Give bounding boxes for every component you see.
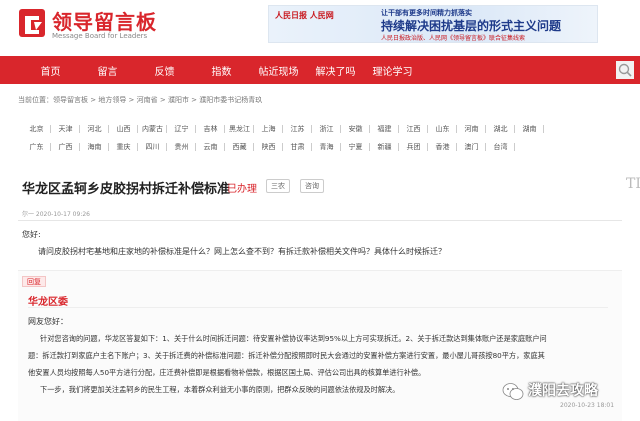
banner-footer: 人民日报政治版、人民网《领导留言板》联合征集线索 <box>381 35 526 42</box>
region-item[interactable]: 重庆 <box>109 142 138 152</box>
region-item[interactable]: 天津 <box>51 124 80 134</box>
region-item[interactable]: 湖北 <box>486 124 515 134</box>
divider <box>28 307 608 308</box>
nav-item-index[interactable]: 指数 <box>193 63 250 78</box>
region-item[interactable]: 吉林 <box>196 124 225 134</box>
reply-paragraph: 他安置人员均按照每人50平方进行分配，庄迁费补偿即是根据看物补偿款，根据区国土局… <box>28 368 426 377</box>
nav-item-home[interactable]: 首页 <box>22 63 79 78</box>
region-item[interactable]: 云南 <box>196 142 225 152</box>
site-logo[interactable]: 领导留言板 Message Board for Leaders <box>18 6 158 46</box>
region-item[interactable]: 新疆 <box>370 142 399 152</box>
region-item[interactable]: 安徽 <box>341 124 370 134</box>
region-item[interactable]: 澳门 <box>457 142 486 152</box>
region-item[interactable]: 辽宁 <box>167 124 196 134</box>
logo-subtitle: Message Board for Leaders <box>52 32 148 40</box>
region-item[interactable]: 河北 <box>80 124 109 134</box>
region-item[interactable]: 北京 <box>22 124 51 134</box>
reply-greeting: 网友您好： <box>28 317 68 326</box>
region-item[interactable]: 山东 <box>428 124 457 134</box>
region-item[interactable]: 陕西 <box>254 142 283 152</box>
region-row: 广东 广西 海南 重庆 四川 贵州 云南 西藏 陕西 甘肃 青海 宁夏 新疆 兵团 香港 澳门 台湾 <box>22 138 632 156</box>
region-item[interactable]: 浙江 <box>312 124 341 134</box>
main-nav: 首页 留言 反馈 指数 帖近现场 解决了吗 理论学习 <box>0 56 640 84</box>
type-tag[interactable]: 咨询 <box>300 179 324 193</box>
status-badge: 已办理 <box>227 184 257 195</box>
region-item[interactable]: 广西 <box>51 142 80 152</box>
region-item[interactable]: 四川 <box>138 142 167 152</box>
nav-item-scene[interactable]: 帖近现场 <box>250 63 307 78</box>
region-item[interactable]: 福建 <box>370 124 399 134</box>
edge-text: TI <box>626 176 640 192</box>
nav-item-resolved[interactable]: 解决了吗 <box>307 63 364 78</box>
region-item[interactable]: 湖南 <box>515 124 544 134</box>
nav-item-theory[interactable]: 理论学习 <box>364 63 421 78</box>
post-title: 华龙区孟轲乡皮胶拐村拆迁补偿标准 <box>22 182 231 197</box>
region-selector: 北京 天津 河北 山西 内蒙古 辽宁 吉林 黑龙江 上海 江苏 浙江 安徽 福建 江西 山东 河南 湖北 湖南 广… <box>22 120 632 156</box>
category-tag[interactable]: 三农 <box>266 179 290 193</box>
region-item[interactable]: 海南 <box>80 142 109 152</box>
post-question: 请问皮胶拐村宅基地和庄家地的补偿标准是什么？网上怎么查不到？有拆迁款补偿相关文件… <box>38 247 446 256</box>
region-item[interactable]: 宁夏 <box>341 142 370 152</box>
region-item[interactable]: 黑龙江 <box>225 124 254 134</box>
nav-item-feedback[interactable]: 反馈 <box>136 63 193 78</box>
banner-logo: 人民日报 人民网 <box>275 11 334 20</box>
divider <box>18 220 622 221</box>
post-meta: 尔一 2020-10-17 09:26 <box>22 211 90 218</box>
region-item[interactable]: 上海 <box>254 124 283 134</box>
reply-tag: 回复 <box>22 276 46 287</box>
promo-banner[interactable]: 人民日报 人民网 让干部有更多时间精力抓落实 持续解决困扰基层的形式主义问题 人… <box>268 5 598 43</box>
breadcrumb[interactable]: 当前位置：领导留言板 > 地方领导 > 河南省 > 濮阳市 > 濮阳市委书记杨青… <box>18 95 262 105</box>
region-item[interactable]: 山西 <box>109 124 138 134</box>
region-row: 北京 天津 河北 山西 内蒙古 辽宁 吉林 黑龙江 上海 江苏 浙江 安徽 福建 江西 山东 河南 湖北 湖南 <box>22 120 632 138</box>
region-item[interactable]: 贵州 <box>167 142 196 152</box>
post-greeting: 您好: <box>22 230 41 239</box>
banner-headline: 持续解决困扰基层的形式主义问题 <box>381 19 562 33</box>
reply-paragraph: 针对您咨询的问题，华龙区答复如下：1、关于什么时间拆迁问题：待安置补偿协议率达到… <box>40 334 547 343</box>
region-item[interactable]: 香港 <box>428 142 457 152</box>
search-icon[interactable] <box>616 61 634 79</box>
region-item[interactable]: 台湾 <box>486 142 515 152</box>
logo-title: 领导留言板 <box>52 10 157 34</box>
reply-date: 2020-10-23 18:01 <box>560 402 615 409</box>
region-item[interactable]: 内蒙古 <box>138 124 167 134</box>
region-item[interactable]: 甘肃 <box>283 142 312 152</box>
region-item[interactable]: 江西 <box>399 124 428 134</box>
nav-item-message[interactable]: 留言 <box>79 63 136 78</box>
region-item[interactable]: 河南 <box>457 124 486 134</box>
wechat-icon <box>502 383 524 400</box>
watermark-text: 濮阳去攻略 <box>528 383 598 399</box>
region-item[interactable]: 广东 <box>22 142 51 152</box>
region-item[interactable]: 兵团 <box>399 142 428 152</box>
region-item[interactable]: 青海 <box>312 142 341 152</box>
region-item[interactable]: 西藏 <box>225 142 254 152</box>
reply-paragraph: 题：拆迁款打到家庭户主名下账户；3、关于拆迁费的补偿标准问题：拆迁补偿分配按照即… <box>28 351 545 360</box>
site-header: 领导留言板 Message Board for Leaders 人民日报 人民网… <box>0 0 640 52</box>
region-item[interactable]: 江苏 <box>283 124 312 134</box>
reply-organization: 华龙区委 <box>28 297 68 308</box>
logo-mark-icon <box>19 9 45 37</box>
watermark: 濮阳去攻略 <box>500 380 632 404</box>
